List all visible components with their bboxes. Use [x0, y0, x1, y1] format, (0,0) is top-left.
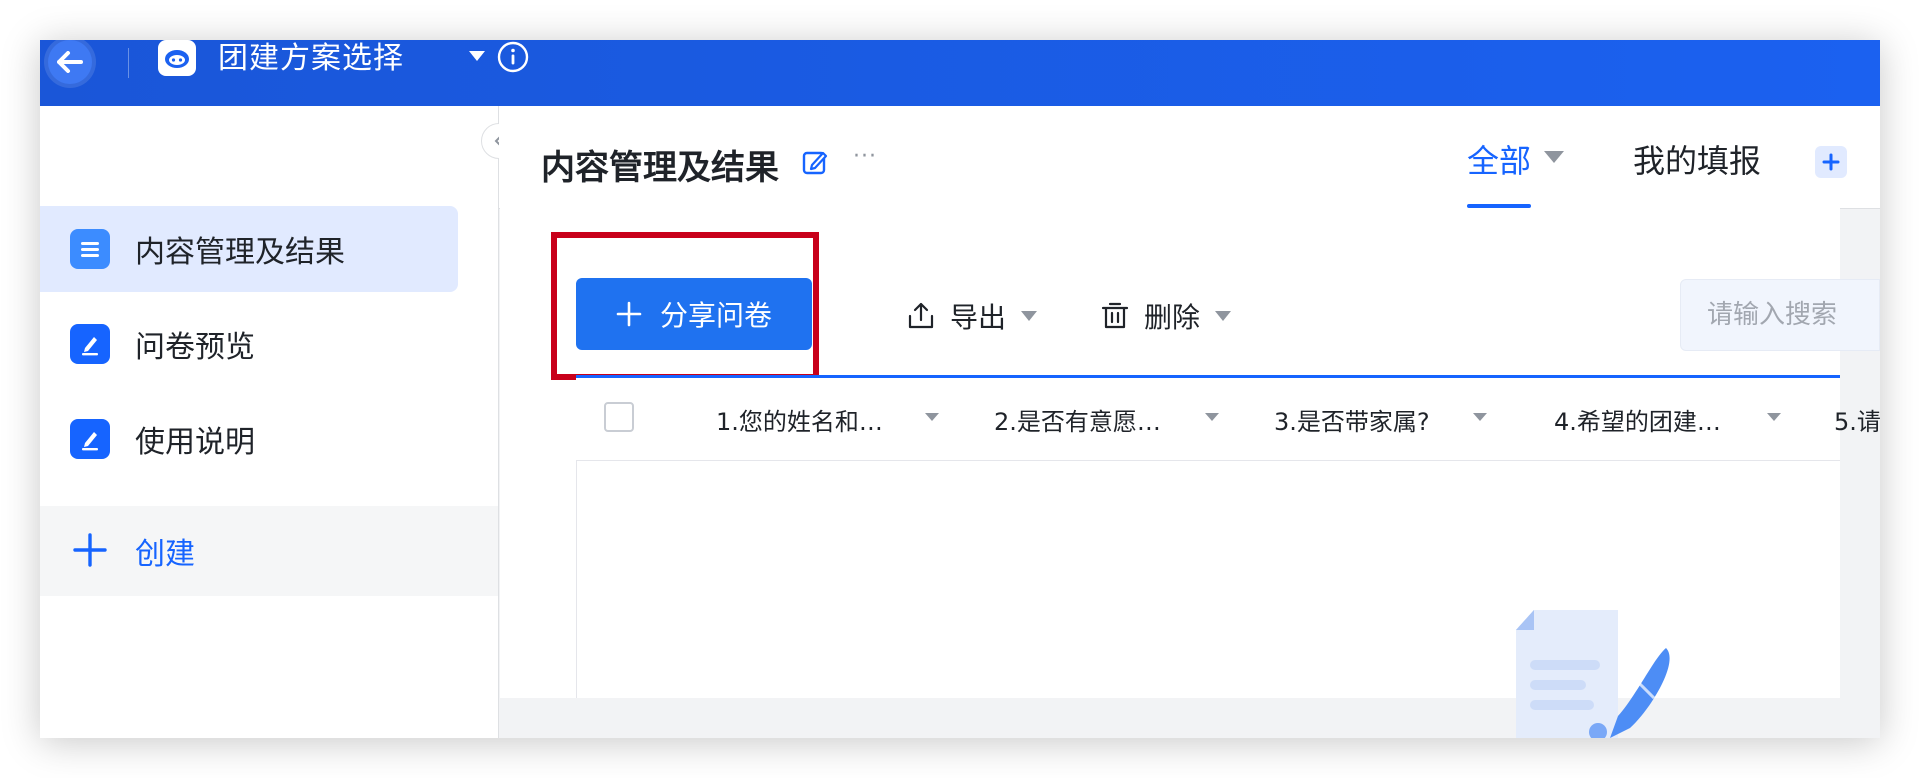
create-button[interactable]: 创建 [40, 506, 498, 596]
column-header-label: 4.希望的团建… [1554, 407, 1721, 436]
export-icon [908, 302, 934, 329]
more-menu-button[interactable]: ··· [853, 144, 877, 169]
column-header-2[interactable]: 2.是否有意愿… [994, 378, 1161, 460]
top-bar: 团建方案选择 [40, 40, 1880, 106]
column-header-label: 3.是否带家属? [1274, 407, 1430, 436]
search-input[interactable] [1680, 279, 1880, 351]
caret-down-icon[interactable] [1543, 150, 1565, 164]
info-icon[interactable] [496, 40, 530, 74]
sidebar-item-content-management[interactable]: 内容管理及结果 [40, 206, 458, 292]
sidebar-item-label: 问卷预览 [135, 330, 255, 365]
edit-icon[interactable] [801, 148, 829, 176]
caret-down-icon[interactable] [468, 50, 486, 62]
plus-icon [1822, 153, 1840, 171]
empty-state-illustration [1516, 610, 1670, 738]
column-header-label: 5.请 [1834, 407, 1881, 436]
pen-edit-icon [70, 324, 110, 364]
sidebar-item-label: 内容管理及结果 [135, 235, 345, 270]
trash-icon [1101, 302, 1129, 329]
export-label: 导出 [950, 301, 1007, 334]
app-logo [158, 40, 196, 76]
robot-icon [165, 50, 189, 68]
sidebar: 内容管理及结果 问卷预览 使用说明 创建 [40, 106, 499, 738]
plus-icon [73, 533, 107, 567]
tab-my-submissions[interactable]: 我的填报 [1633, 136, 1761, 182]
column-header-3[interactable]: 3.是否带家属? [1274, 378, 1430, 460]
delete-button[interactable]: 删除 [1100, 296, 1232, 336]
tab-all[interactable]: 全部 [1467, 136, 1531, 182]
topbar-divider [128, 48, 129, 78]
add-view-button[interactable] [1815, 146, 1847, 178]
column-header-4[interactable]: 4.希望的团建… [1554, 378, 1721, 460]
arrow-left-icon [57, 51, 83, 73]
page-title: 内容管理及结果 [541, 148, 779, 188]
caret-down-icon [1767, 413, 1781, 421]
export-button[interactable]: 导出 [906, 296, 1038, 336]
table-left-border [576, 460, 577, 698]
column-header-5[interactable]: 5.请 [1834, 378, 1881, 460]
caret-down-icon [925, 413, 939, 421]
column-header-1[interactable]: 1.您的姓名和… [716, 378, 883, 460]
main-header: 内容管理及结果 ··· 全部 我的填报 [499, 106, 1880, 209]
list-doc-icon [70, 229, 110, 269]
caret-down-icon [1215, 311, 1232, 321]
sidebar-item-survey-preview[interactable]: 问卷预览 [40, 301, 458, 387]
column-header-label: 2.是否有意愿… [994, 407, 1161, 436]
create-label: 创建 [135, 537, 195, 572]
app-title[interactable]: 团建方案选择 [218, 40, 404, 78]
highlight-annotation-box [551, 232, 819, 380]
sidebar-item-instructions[interactable]: 使用说明 [40, 396, 458, 482]
select-all-checkbox[interactable] [604, 402, 634, 432]
sidebar-item-label: 使用说明 [135, 425, 255, 460]
caret-down-icon [1473, 413, 1487, 421]
pen-edit-icon [70, 419, 110, 459]
column-header-label: 1.您的姓名和… [716, 407, 883, 436]
caret-down-icon [1021, 311, 1038, 321]
table-header: 1.您的姓名和… 2.是否有意愿… 3.是否带家属? 4.希望的团建… 5.请 [576, 378, 1881, 461]
back-button[interactable] [48, 40, 92, 84]
caret-down-icon [1205, 413, 1219, 421]
delete-label: 删除 [1144, 301, 1201, 334]
